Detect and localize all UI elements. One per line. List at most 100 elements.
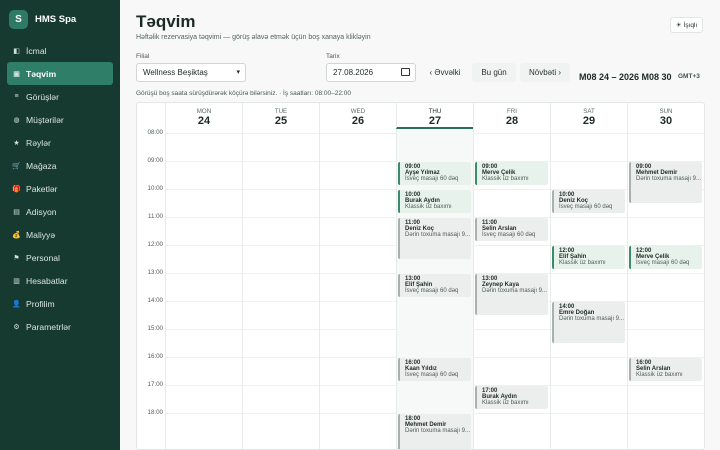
day-number: 30	[659, 115, 673, 127]
appointment-card[interactable]: 11:00 Selin Arslan İsveç masajı 60 dəq	[475, 218, 548, 241]
appointment-card[interactable]: 12:00 Merve Çelik İsveç masajı 60 dəq	[629, 246, 702, 269]
sidebar-item-9[interactable]: 💰 Maliyyə	[7, 223, 113, 246]
day-name: SUN	[659, 108, 673, 115]
today-button[interactable]: Bu gün	[472, 63, 516, 82]
sidebar-item-1[interactable]: ◧ İcmal	[7, 39, 113, 62]
sidebar-item-10[interactable]: ⚑ Personal	[7, 246, 113, 269]
money-bag-icon: 💰	[12, 231, 21, 239]
appointment-service: İsveç masajı 60 dəq	[405, 288, 459, 294]
time-label: 09:00	[147, 157, 163, 164]
users-icon: ◍	[13, 116, 20, 124]
flag-icon: ⚑	[13, 254, 20, 262]
appointment-card[interactable]: 12:00 Elif Şahin Klassik üz baxımı	[552, 246, 625, 269]
sidebar-item-6[interactable]: 🛒 Mağaza	[7, 154, 113, 177]
day-header: TUE 25	[242, 103, 319, 129]
appointment-service: İsveç masajı 60 dəq	[636, 260, 690, 266]
appointment-service: Dərin toxuma masajı 9...	[405, 232, 471, 238]
sidebar-item-11[interactable]: ▥ Hesabatlar	[7, 269, 113, 292]
appointment-card[interactable]: 17:00 Burak Aydın Klassik üz baxımı	[475, 386, 548, 409]
sidebar-item-label: Təqvim	[26, 68, 57, 79]
sidebar-item-13[interactable]: ⚙ Parametrlər	[7, 315, 113, 338]
day-name: MON	[196, 108, 212, 115]
page-subtitle: Həftəlik rezervasiya təqvimi — görüş əla…	[136, 34, 371, 41]
calendar-picker-icon[interactable]	[401, 68, 410, 76]
brand[interactable]: S HMS Spa	[9, 9, 76, 29]
appointment-service: İsveç masajı 60 dəq	[559, 204, 613, 210]
day-name: THU	[428, 108, 442, 115]
calendar-hint: Görüşü boş saata sürüşdürərək köçürə bil…	[136, 90, 351, 97]
sidebar-item-label: Paketlər	[26, 183, 58, 194]
sidebar-item-7[interactable]: 🎁 Paketlər	[7, 177, 113, 200]
sidebar-nav: ◧ İcmal ▣ Təqvim ≡ Görüşlər ◍ Müştərilər ★ Rəylər…	[7, 39, 113, 338]
day-column[interactable]	[165, 129, 242, 449]
sidebar-item-label: Profilim	[26, 298, 55, 309]
sidebar-item-label: İcmal	[26, 45, 47, 56]
appointment-service: İsveç masajı 60 dəq	[405, 372, 459, 378]
theme-toggle-button[interactable]: ☀ İşıqlı	[670, 17, 703, 33]
next-week-button[interactable]: Növbəti ›	[520, 63, 570, 82]
sidebar-item-label: Hesabatlar	[26, 275, 68, 286]
time-label: 16:00	[147, 353, 163, 360]
sidebar-item-label: Müştərilər	[26, 114, 64, 125]
day-header: WED 26	[319, 103, 396, 129]
appointment-card[interactable]: 13:00 Zeynep Kaya Dərin toxuma masajı 9...	[475, 274, 548, 315]
bar-chart-icon: ▥	[13, 277, 20, 285]
sidebar-item-8[interactable]: ▤ Adisyon	[7, 200, 113, 223]
day-header: MON 24	[165, 103, 242, 129]
sidebar-item-label: Mağaza	[26, 160, 57, 171]
appointment-service: Klassik üz baxımı	[482, 176, 529, 182]
appointment-card[interactable]: 16:00 Kaan Yıldız İsveç masajı 60 dəq	[398, 358, 471, 381]
day-column[interactable]	[242, 129, 319, 449]
appointment-service: Dərin toxuma masajı 9...	[636, 176, 702, 182]
appointment-card[interactable]: 14:00 Emre Doğan Dərin toxuma masajı 9...	[552, 302, 625, 343]
sidebar-item-4[interactable]: ◍ Müştərilər	[7, 108, 113, 131]
gear-icon: ⚙	[13, 323, 20, 331]
calendar-icon: ▣	[13, 70, 20, 78]
branch-select[interactable]: Wellness Beşiktaş ▾	[136, 63, 246, 82]
time-label: 17:00	[147, 381, 163, 388]
sidebar-item-label: Adisyon	[26, 206, 57, 217]
day-name: WED	[350, 108, 366, 115]
list-icon: ≡	[14, 93, 19, 100]
appointment-card[interactable]: 16:00 Selin Arslan Klassik üz baxımı	[629, 358, 702, 381]
appointment-card[interactable]: 09:00 Ayşe Yılmaz İsveç masajı 60 dəq	[398, 162, 471, 185]
day-name: FRI	[507, 108, 517, 115]
appointment-card[interactable]: 13:00 Elif Şahin İsveç masajı 60 dəq	[398, 274, 471, 297]
sidebar-item-5[interactable]: ★ Rəylər	[7, 131, 113, 154]
appointment-service: Klassik üz baxımı	[559, 260, 606, 266]
day-number: 29	[582, 115, 596, 127]
prev-week-button[interactable]: ‹ Əvvəlki	[422, 63, 468, 82]
sidebar-item-2[interactable]: ▣ Təqvim	[7, 62, 113, 85]
day-column[interactable]	[319, 129, 396, 449]
page-title: Təqvim	[136, 12, 196, 31]
day-column[interactable]	[550, 129, 627, 449]
theme-toggle-label: İşıqlı	[683, 21, 698, 29]
appointment-service: Klassik üz baxımı	[636, 372, 683, 378]
day-header: THU 27	[396, 103, 473, 129]
appointment-card[interactable]: 09:00 Mehmet Demir Dərin toxuma masajı 9..…	[629, 162, 702, 203]
week-calendar: 08:00 09:00 10:00 11:00 12:00 13:00 14:00 15:00…	[136, 102, 705, 450]
sidebar-item-label: Parametrlər	[26, 321, 71, 332]
appointment-service: Dərin toxuma masajı 9...	[482, 288, 548, 294]
sidebar-item-12[interactable]: 👤 Profilim	[7, 292, 113, 315]
time-label: 15:00	[147, 325, 163, 332]
appointment-card[interactable]: 18:00 Mehmet Demir Dərin toxuma masajı 9..…	[398, 414, 471, 449]
receipt-icon: ▤	[13, 208, 20, 216]
chevron-down-icon: ▾	[236, 69, 240, 76]
dashboard-icon: ◧	[13, 47, 20, 55]
day-number: 24	[197, 115, 211, 127]
day-header: FRI 28	[473, 103, 550, 129]
date-input[interactable]: 27.08.2026	[326, 63, 416, 82]
appointment-service: İsveç masajı 60 dəq	[482, 232, 536, 238]
appointment-service: Dərin toxuma masajı 9...	[405, 428, 471, 434]
profile-icon: 👤	[12, 300, 21, 308]
appointment-card[interactable]: 10:00 Deniz Koç İsveç masajı 60 dəq	[552, 190, 625, 213]
appointment-card[interactable]: 10:00 Burak Aydın Klassik üz baxımı	[398, 190, 471, 213]
appointment-card[interactable]: 09:00 Merve Çelik Klassik üz baxımı	[475, 162, 548, 185]
date-label: Tarix	[326, 53, 340, 60]
branch-label: Filial	[136, 53, 150, 60]
appointment-card[interactable]: 11:00 Deniz Koç Dərin toxuma masajı 9...	[398, 218, 471, 259]
date-input-value: 27.08.2026	[333, 68, 374, 77]
sidebar-item-3[interactable]: ≡ Görüşlər	[7, 85, 113, 108]
branch-select-value: Wellness Beşiktaş	[143, 68, 208, 77]
